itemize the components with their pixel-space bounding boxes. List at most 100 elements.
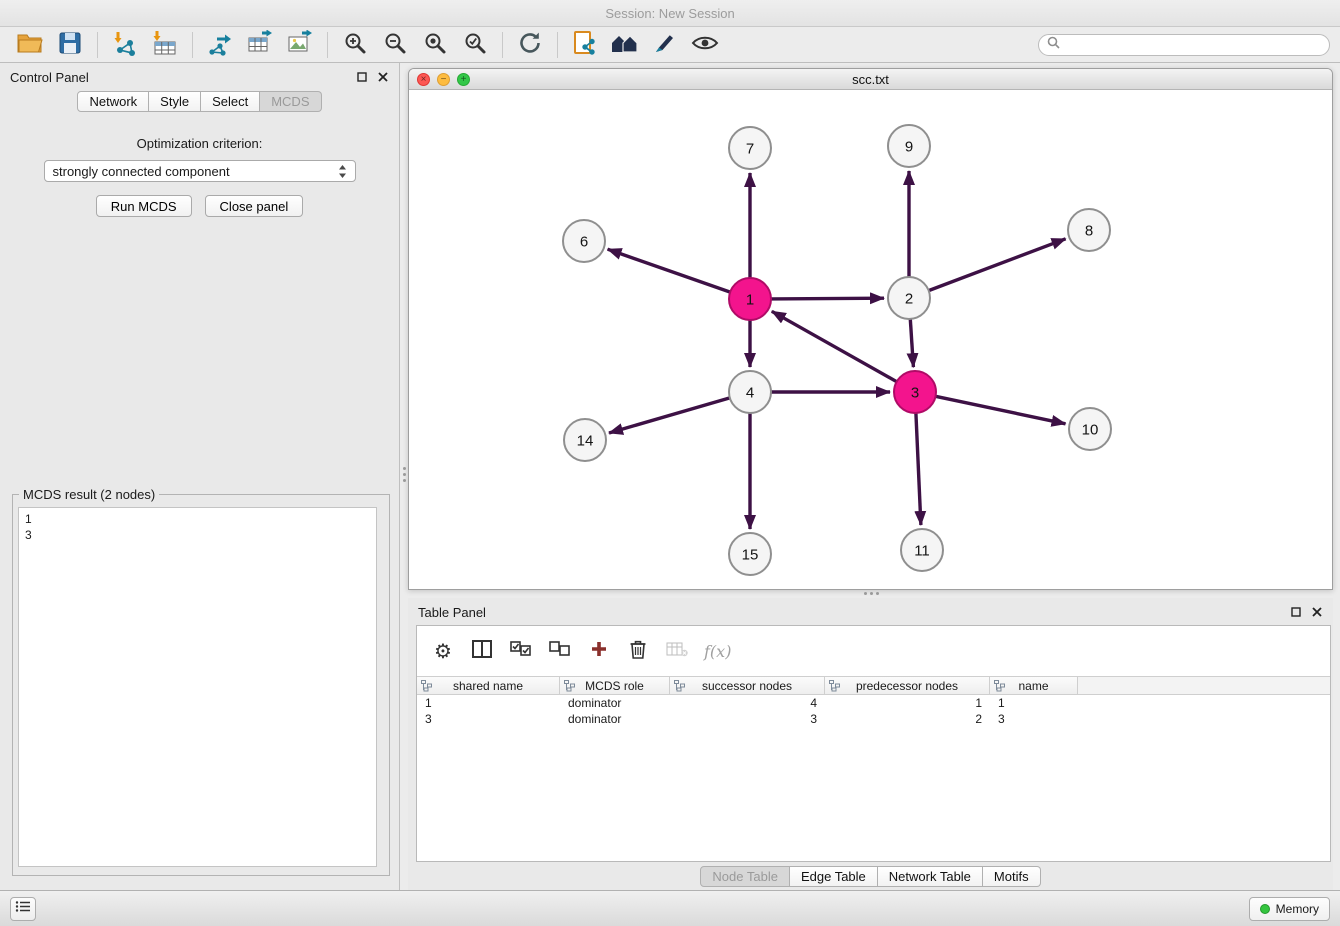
table-cell: 3 (417, 711, 560, 727)
export-network-button[interactable] (200, 30, 240, 60)
svg-text:7: 7 (746, 141, 754, 158)
tab-style[interactable]: Style (149, 91, 201, 112)
toolbar-separator (97, 32, 98, 58)
graph-node-15[interactable]: 15 (729, 533, 771, 575)
export-image-button[interactable] (280, 30, 320, 60)
first-neighbors-button[interactable] (605, 30, 645, 60)
table-cell: 4 (670, 695, 825, 711)
deselect-all-button[interactable] (548, 638, 572, 664)
graph-node-8[interactable]: 8 (1068, 209, 1110, 251)
graph-node-2[interactable]: 2 (888, 277, 930, 319)
close-panel-button[interactable]: Close panel (205, 195, 304, 217)
column-header-MCDS-role[interactable]: MCDS role (560, 677, 670, 694)
columns-icon (472, 640, 492, 663)
column-tree-icon (674, 680, 685, 695)
graph-edge-4-14[interactable] (609, 398, 730, 433)
column-header-shared-name[interactable]: shared name (417, 677, 560, 694)
table-settings-button[interactable]: ⚙ (431, 638, 455, 664)
graph-node-4[interactable]: 4 (729, 371, 771, 413)
graph-node-3[interactable]: 3 (894, 371, 936, 413)
window-minimize-icon[interactable]: − (437, 73, 450, 86)
save-session-button[interactable] (50, 30, 90, 60)
network-graph[interactable]: 7 9 6 8 1 2 4 3 14 10 15 11 (409, 90, 1332, 589)
select-all-button[interactable] (509, 638, 533, 664)
tab-edge-table[interactable]: Edge Table (790, 866, 878, 887)
control-panel: Control Panel NetworkStyleSelectMCDS Opt… (0, 63, 400, 890)
delete-column-button[interactable] (626, 638, 650, 664)
show-hide-button[interactable] (685, 30, 725, 60)
column-header-name[interactable]: name (990, 677, 1078, 694)
graph-edge-2-3[interactable] (910, 319, 913, 367)
window-close-icon[interactable]: × (417, 73, 430, 86)
memory-button[interactable]: Memory (1249, 897, 1330, 921)
table-row[interactable]: 1dominator411 (417, 695, 1330, 711)
search-input[interactable] (1065, 38, 1321, 52)
tab-mcds[interactable]: MCDS (260, 91, 321, 112)
graph-node-14[interactable]: 14 (564, 419, 606, 461)
table-cell: 3 (990, 711, 1078, 727)
optimization-dropdown[interactable]: strongly connected component (44, 160, 356, 182)
zoom-selected-icon (463, 31, 487, 60)
graph-edge-1-2[interactable] (771, 298, 884, 299)
graph-edge-1-6[interactable] (608, 249, 731, 292)
tab-select[interactable]: Select (201, 91, 260, 112)
graph-node-1[interactable]: 1 (729, 278, 771, 320)
tab-network-table[interactable]: Network Table (878, 866, 983, 887)
open-session-button[interactable] (10, 30, 50, 60)
network-window-title: scc.txt (852, 72, 889, 87)
horizontal-splitter-grip[interactable] (857, 590, 885, 597)
graph-node-10[interactable]: 10 (1069, 408, 1111, 450)
checked-boxes-icon (510, 641, 532, 662)
network-canvas[interactable]: 7 9 6 8 1 2 4 3 14 10 15 11 (409, 90, 1332, 589)
tab-network[interactable]: Network (77, 91, 149, 112)
float-window-icon[interactable] (356, 71, 368, 83)
task-history-button[interactable] (10, 897, 36, 921)
graph-edge-3-1[interactable] (772, 311, 897, 381)
close-icon[interactable] (377, 71, 389, 83)
close-icon[interactable] (1311, 606, 1323, 618)
zoom-out-button[interactable] (375, 30, 415, 60)
graph-edge-3-10[interactable] (936, 396, 1066, 424)
column-header-successor-nodes[interactable]: successor nodes (670, 677, 825, 694)
svg-text:6: 6 (580, 234, 588, 251)
window-title: Session: New Session (605, 6, 734, 21)
import-table-button[interactable] (145, 30, 185, 60)
svg-text:1: 1 (746, 292, 754, 309)
graph-node-11[interactable]: 11 (901, 529, 943, 571)
control-panel-title: Control Panel (10, 70, 89, 85)
column-header-predecessor-nodes[interactable]: predecessor nodes (825, 677, 990, 694)
refresh-button[interactable] (510, 30, 550, 60)
tab-motifs[interactable]: Motifs (983, 866, 1041, 887)
network-document-button[interactable] (565, 30, 605, 60)
window-zoom-icon[interactable]: + (457, 73, 470, 86)
svg-text:4: 4 (746, 385, 754, 402)
style-brush-button[interactable] (645, 30, 685, 60)
import-network-button[interactable] (105, 30, 145, 60)
memory-label: Memory (1276, 902, 1319, 916)
graph-node-9[interactable]: 9 (888, 125, 930, 167)
tab-node-table[interactable]: Node Table (700, 866, 790, 887)
table-row[interactable]: 3dominator323 (417, 711, 1330, 727)
window-titlebar: Session: New Session (0, 0, 1340, 27)
function-builder-button[interactable]: f(x) (704, 638, 731, 664)
column-chooser-button[interactable] (470, 638, 494, 664)
zoom-selected-button[interactable] (455, 30, 495, 60)
zoom-fit-button[interactable] (415, 30, 455, 60)
svg-text:8: 8 (1085, 223, 1093, 240)
run-mcds-button[interactable]: Run MCDS (96, 195, 192, 217)
graph-node-7[interactable]: 7 (729, 127, 771, 169)
vertical-splitter-grip[interactable] (401, 460, 407, 488)
mcds-result-list[interactable]: 13 (18, 507, 377, 867)
export-table-button[interactable] (240, 30, 280, 60)
network-window-titlebar[interactable]: × − + scc.txt (409, 69, 1332, 90)
graph-edge-3-11[interactable] (916, 413, 921, 525)
export-table-icon (247, 30, 273, 61)
add-column-button[interactable] (587, 638, 611, 664)
graph-edge-2-8[interactable] (929, 239, 1066, 291)
search-box[interactable] (1038, 34, 1330, 56)
graph-node-6[interactable]: 6 (563, 220, 605, 262)
result-line: 3 (25, 527, 370, 543)
delete-table-button[interactable] (665, 638, 689, 664)
zoom-in-button[interactable] (335, 30, 375, 60)
float-window-icon[interactable] (1290, 606, 1302, 618)
